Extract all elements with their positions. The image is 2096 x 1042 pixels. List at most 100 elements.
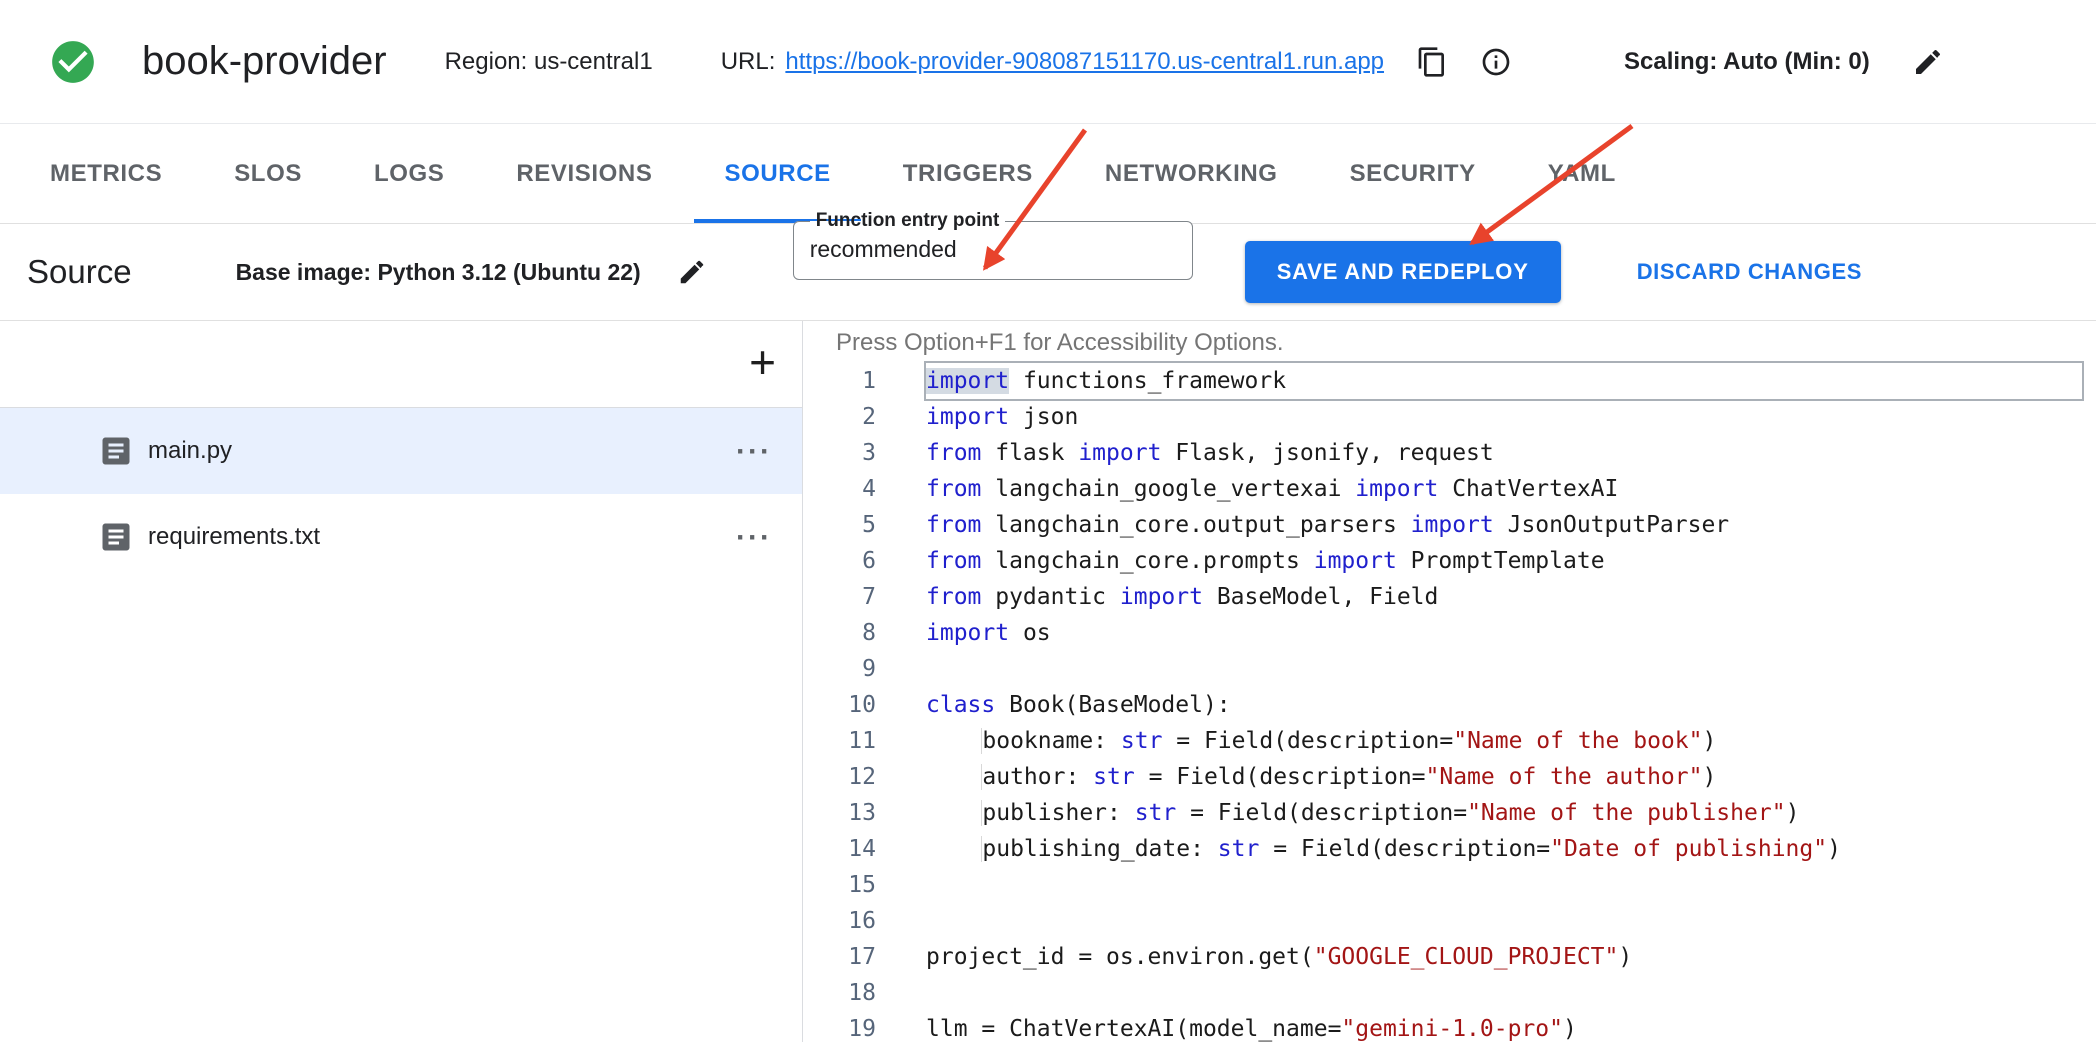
service-region: Region: us-central1 (445, 48, 653, 76)
code-lines[interactable]: 1import functions_framework2import json3… (836, 363, 2096, 1042)
code-text: from flask import Flask, jsonify, reques… (926, 435, 2082, 471)
file-row-requirements-txt[interactable]: requirements.txt ··· (0, 494, 802, 580)
file-more-options-icon[interactable]: ··· (736, 530, 772, 545)
code-text (926, 867, 2082, 903)
service-header: book-provider Region: us-central1 URL: h… (0, 0, 2096, 124)
accessibility-hint: Press Option+F1 for Accessibility Option… (836, 327, 2096, 359)
code-text: publishing_date: str = Field(description… (926, 831, 2082, 867)
line-number: 3 (836, 435, 876, 471)
tab-security[interactable]: SECURITY (1320, 124, 1506, 223)
code-line-15[interactable]: 15 (836, 867, 2082, 903)
function-entry-point-input[interactable] (808, 232, 1178, 269)
tab-yaml[interactable]: YAML (1518, 124, 1646, 223)
line-number: 13 (836, 795, 876, 831)
file-panel: + main.py ··· requirements.txt ··· (0, 321, 803, 1042)
source-action-bar: Source Base image: Python 3.12 (Ubuntu 2… (0, 224, 2096, 321)
tab-triggers[interactable]: TRIGGERS (873, 124, 1063, 223)
line-number: 2 (836, 399, 876, 435)
tab-source[interactable]: SOURCE (694, 124, 860, 223)
tab-logs[interactable]: LOGS (344, 124, 474, 223)
base-image-label: Base image: Python 3.12 (Ubuntu 22) (236, 259, 641, 286)
source-content: + main.py ··· requirements.txt ··· Press… (0, 321, 2096, 1042)
line-number: 7 (836, 579, 876, 615)
tab-bar: METRICS SLOS LOGS REVISIONS SOURCE TRIGG… (0, 124, 2096, 224)
scaling-label: Scaling: Auto (Min: 0) (1624, 48, 1870, 76)
code-text: from langchain_core.prompts import Promp… (926, 543, 2082, 579)
code-line-9[interactable]: 9 (836, 651, 2082, 687)
file-row-main-py[interactable]: main.py ··· (0, 408, 802, 494)
code-text (926, 903, 2082, 939)
add-file-button[interactable]: + (749, 339, 776, 385)
tab-networking[interactable]: NETWORKING (1075, 124, 1308, 223)
save-and-redeploy-button[interactable]: SAVE AND REDEPLOY (1245, 241, 1561, 303)
code-line-10[interactable]: 10 class Book(BaseModel): (836, 687, 2082, 723)
edit-scaling-icon[interactable] (1912, 46, 1944, 78)
code-line-5[interactable]: 5from langchain_core.output_parsers impo… (836, 507, 2082, 543)
code-line-19[interactable]: 19 llm = ChatVertexAI(model_name="gemini-… (836, 1011, 2082, 1042)
line-number: 14 (836, 831, 876, 867)
code-line-16[interactable]: 16 (836, 903, 2082, 939)
source-section-title: Source (27, 253, 132, 291)
line-number: 10 (836, 687, 876, 723)
file-name: requirements.txt (148, 523, 736, 551)
discard-changes-button[interactable]: DISCARD CHANGES (1631, 258, 1868, 286)
code-text: bookname: str = Field(description="Name … (926, 723, 2082, 759)
info-icon[interactable] (1480, 46, 1512, 78)
line-number: 16 (836, 903, 876, 939)
code-line-8[interactable]: 8 import os (836, 615, 2082, 651)
file-document-icon (98, 433, 134, 469)
line-number: 8 (836, 615, 876, 651)
file-more-options-icon[interactable]: ··· (736, 444, 772, 459)
code-text: class Book(BaseModel): (926, 687, 2082, 723)
line-number: 15 (836, 867, 876, 903)
code-text (926, 975, 2082, 1011)
code-text: import functions_framework (926, 363, 2082, 399)
tab-revisions[interactable]: REVISIONS (486, 124, 682, 223)
code-line-18[interactable]: 18 (836, 975, 2082, 1011)
edit-base-image-icon[interactable] (677, 257, 707, 287)
service-url-group: URL: https://book-provider-908087151170.… (721, 46, 1512, 78)
code-text: publisher: str = Field(description="Name… (926, 795, 2082, 831)
code-text: from pydantic import BaseModel, Field (926, 579, 2082, 615)
code-text: llm = ChatVertexAI(model_name="gemini-1.… (926, 1011, 2082, 1042)
code-editor[interactable]: Press Option+F1 for Accessibility Option… (803, 321, 2096, 1042)
code-text: import os (926, 615, 2082, 651)
code-line-4[interactable]: 4 from langchain_google_vertexai import C… (836, 471, 2082, 507)
code-line-2[interactable]: 2 import json (836, 399, 2082, 435)
code-line-1[interactable]: 1 import functions_framework (836, 363, 2082, 399)
service-title: book-provider (142, 39, 387, 84)
code-text: from langchain_google_vertexai import Ch… (926, 471, 2082, 507)
function-entry-point-field: Function entry point (793, 210, 1193, 280)
code-line-6[interactable]: 6 from langchain_core.prompts import Prom… (836, 543, 2082, 579)
code-line-17[interactable]: 17 project_id = os.environ.get("GOOGLE_CL… (836, 939, 2082, 975)
code-text: project_id = os.environ.get("GOOGLE_CLOU… (926, 939, 2082, 975)
code-line-13[interactable]: 13 publisher: str = Field(description="N… (836, 795, 2082, 831)
code-line-7[interactable]: 7 from pydantic import BaseModel, Field (836, 579, 2082, 615)
url-label: URL: (721, 48, 776, 76)
line-number: 11 (836, 723, 876, 759)
service-url-link[interactable]: https://book-provider-908087151170.us-ce… (785, 48, 1384, 76)
code-line-3[interactable]: 3 from flask import Flask, jsonify, reque… (836, 435, 2082, 471)
code-text (926, 651, 2082, 687)
code-text: author: str = Field(description="Name of… (926, 759, 2082, 795)
tab-metrics[interactable]: METRICS (20, 124, 192, 223)
copy-url-icon[interactable] (1416, 46, 1448, 78)
file-name: main.py (148, 437, 736, 465)
code-line-14[interactable]: 14 publishing_date: str = Field(descript… (836, 831, 2082, 867)
code-line-11[interactable]: 11 bookname: str = Field(description="Na… (836, 723, 2082, 759)
function-entry-point-label: Function entry point (810, 210, 1006, 232)
service-status-ok-icon (48, 37, 98, 87)
file-document-icon (98, 519, 134, 555)
line-number: 5 (836, 507, 876, 543)
line-number: 19 (836, 1011, 876, 1042)
line-number: 9 (836, 651, 876, 687)
line-number: 18 (836, 975, 876, 1011)
line-number: 1 (836, 363, 876, 399)
line-number: 6 (836, 543, 876, 579)
line-number: 17 (836, 939, 876, 975)
file-panel-header: + (0, 321, 802, 408)
line-number: 4 (836, 471, 876, 507)
code-text: import json (926, 399, 2082, 435)
tab-slos[interactable]: SLOS (204, 124, 332, 223)
code-line-12[interactable]: 12 author: str = Field(description="Name… (836, 759, 2082, 795)
